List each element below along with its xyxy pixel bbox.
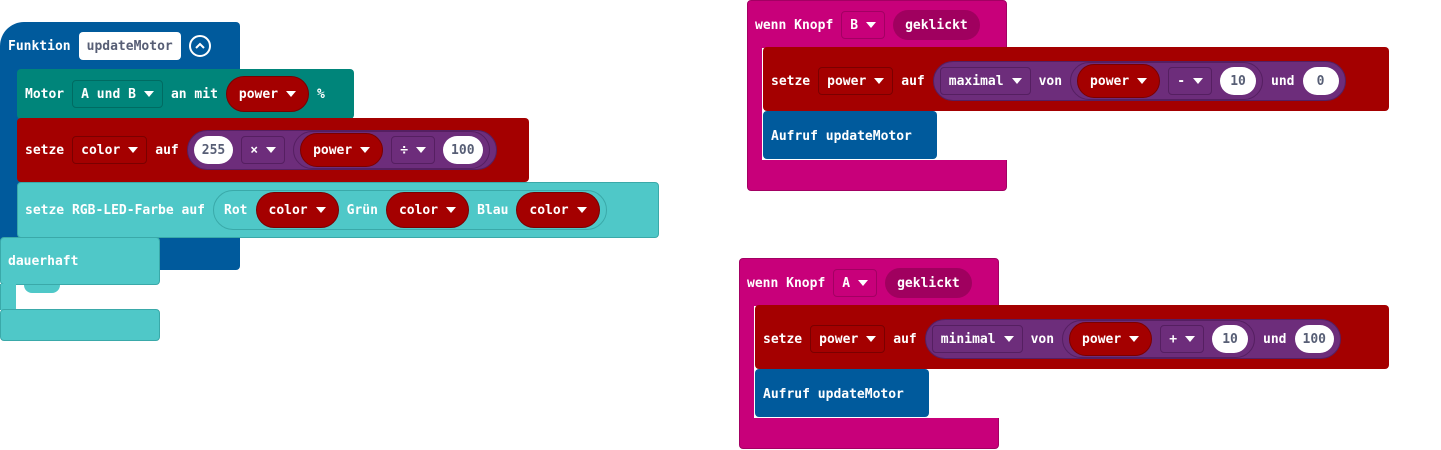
rgb-red-var[interactable]: color — [255, 192, 339, 228]
button-a-set-label: setze — [763, 331, 803, 347]
rgb-blue-var-label: color — [529, 202, 569, 218]
rgb-led-label: setze RGB-LED-Farbe auf — [25, 202, 206, 218]
button-a-plus-op-dropdown[interactable]: + — [1160, 325, 1205, 353]
multiply-op-dropdown[interactable]: × — [241, 136, 286, 164]
button-a-plus-expression[interactable]: power + 10 — [1062, 320, 1256, 358]
button-b-select-dropdown[interactable]: B — [841, 11, 886, 39]
button-a-power-var[interactable]: power — [1069, 322, 1153, 356]
function-header: Funktion updateMotor — [8, 32, 211, 60]
multiply-left-number[interactable]: 255 — [193, 136, 234, 164]
set-color-row: setze color auf 255 × power ÷ 100 — [25, 130, 497, 170]
button-a-call-label: Aufruf updateMotor — [763, 387, 904, 402]
motor-power-var[interactable]: power — [225, 76, 310, 112]
rgb-blue-var[interactable]: color — [516, 192, 600, 228]
multiply-op-value: × — [250, 142, 259, 158]
button-a-set-var-dropdown[interactable]: power — [810, 325, 886, 353]
forever-block-arm — [0, 284, 16, 310]
rgb-blue-label: Blau — [477, 202, 509, 218]
button-b-minus-op-dropdown[interactable]: - — [1168, 67, 1213, 95]
button-a-set-row: setze power auf minimal von power + 10 u… — [763, 319, 1341, 359]
button-b-second-number[interactable]: 0 — [1302, 67, 1339, 95]
motor-select-value: A und B — [81, 86, 136, 102]
chevron-up-icon[interactable] — [188, 35, 211, 57]
button-a-min-fn-value: minimal — [940, 331, 996, 347]
divide-power-var-label: power — [313, 142, 353, 158]
chevron-up-glyph — [195, 42, 205, 49]
button-b-header: wenn Knopf B geklickt — [755, 8, 980, 42]
motor-select-dropdown[interactable]: A und B — [72, 80, 163, 108]
rgb-green-var[interactable]: color — [385, 192, 470, 228]
button-a-plus-op-value: + — [1169, 331, 1178, 347]
function-keyword: Funktion — [8, 38, 71, 54]
divide-expression[interactable]: power ÷ 100 — [293, 131, 490, 169]
button-b-when-label: wenn Knopf — [755, 17, 834, 33]
button-a-second-number[interactable]: 100 — [1294, 325, 1334, 353]
button-a-event-pill[interactable]: geklickt — [885, 268, 972, 298]
button-a-power-var-label: power — [1082, 331, 1122, 347]
button-a-min-expression[interactable]: minimal von power + 10 und 100 — [924, 319, 1341, 359]
button-b-set-row: setze power auf maximal von power - 10 u… — [771, 61, 1346, 101]
motor-unit: % — [317, 86, 325, 102]
button-b-set-label: setze — [771, 73, 811, 89]
set-color-var-dropdown[interactable]: color — [72, 136, 148, 164]
button-a-set-var-value: power — [819, 331, 859, 347]
button-b-set-to-label: auf — [901, 73, 925, 89]
multiply-expression[interactable]: 255 × power ÷ 100 — [186, 130, 497, 170]
button-b-call-label: Aufruf updateMotor — [771, 129, 912, 144]
button-b-minus-expression[interactable]: power - 10 — [1070, 62, 1264, 100]
set-color-var-value: color — [81, 142, 121, 158]
button-a-event-label: geklickt — [897, 275, 960, 291]
button-b-of-label: von — [1038, 73, 1063, 89]
button-b-minus-op-value: - — [1177, 73, 1186, 89]
rgb-green-var-label: color — [398, 202, 439, 218]
rgb-red-var-label: color — [268, 202, 308, 218]
divide-op-value: ÷ — [400, 142, 409, 158]
rgb-red-label: Rot — [224, 202, 248, 218]
forever-label: dauerhaft — [8, 254, 79, 269]
button-a-when-label: wenn Knopf — [747, 275, 826, 291]
forever-block-bottom — [0, 309, 160, 341]
button-a-header: wenn Knopf A geklickt — [747, 266, 972, 300]
button-b-power-var[interactable]: power — [1077, 64, 1161, 98]
divide-op-dropdown[interactable]: ÷ — [391, 136, 436, 164]
button-b-select-value: B — [850, 17, 859, 33]
divide-power-var[interactable]: power — [300, 133, 384, 167]
motor-power-var-label: power — [238, 86, 279, 102]
divide-right-number[interactable]: 100 — [443, 136, 483, 164]
button-b-power-var-label: power — [1090, 73, 1130, 89]
motor-row: Motor A und B an mit power % — [25, 74, 325, 114]
button-b-max-fn-value: maximal — [948, 73, 1004, 89]
button-b-event-pill[interactable]: geklickt — [893, 10, 980, 40]
rgb-led-row: setze RGB-LED-Farbe auf Rot color Grün c… — [25, 190, 607, 230]
button-b-event-label: geklickt — [905, 17, 968, 33]
rgb-green-label: Grün — [346, 202, 378, 218]
button-b-max-fn-dropdown[interactable]: maximal — [939, 67, 1031, 95]
button-b-max-expression[interactable]: maximal von power - 10 und 0 — [932, 61, 1346, 101]
button-a-and-label: und — [1263, 331, 1287, 347]
motor-on-label: an mit — [170, 86, 218, 102]
button-b-set-var-dropdown[interactable]: power — [818, 67, 894, 95]
forever-notch — [24, 285, 60, 293]
set-color-label: setze — [25, 142, 65, 158]
button-a-of-label: von — [1030, 331, 1055, 347]
button-a-set-to-label: auf — [893, 331, 917, 347]
button-a-select-value: A — [842, 275, 851, 291]
button-a-min-fn-dropdown[interactable]: minimal — [931, 325, 1023, 353]
button-b-set-var-value: power — [827, 73, 867, 89]
set-color-to-label: auf — [155, 142, 179, 158]
button-a-select-dropdown[interactable]: A — [833, 269, 878, 297]
function-name-field[interactable]: updateMotor — [78, 32, 181, 60]
button-a-plus-number[interactable]: 10 — [1212, 325, 1249, 353]
motor-label: Motor — [25, 86, 65, 102]
button-b-and-label: und — [1271, 73, 1295, 89]
button-b-minus-number[interactable]: 10 — [1220, 67, 1257, 95]
rgb-expression[interactable]: Rot color Grün color Blau color — [213, 190, 607, 230]
